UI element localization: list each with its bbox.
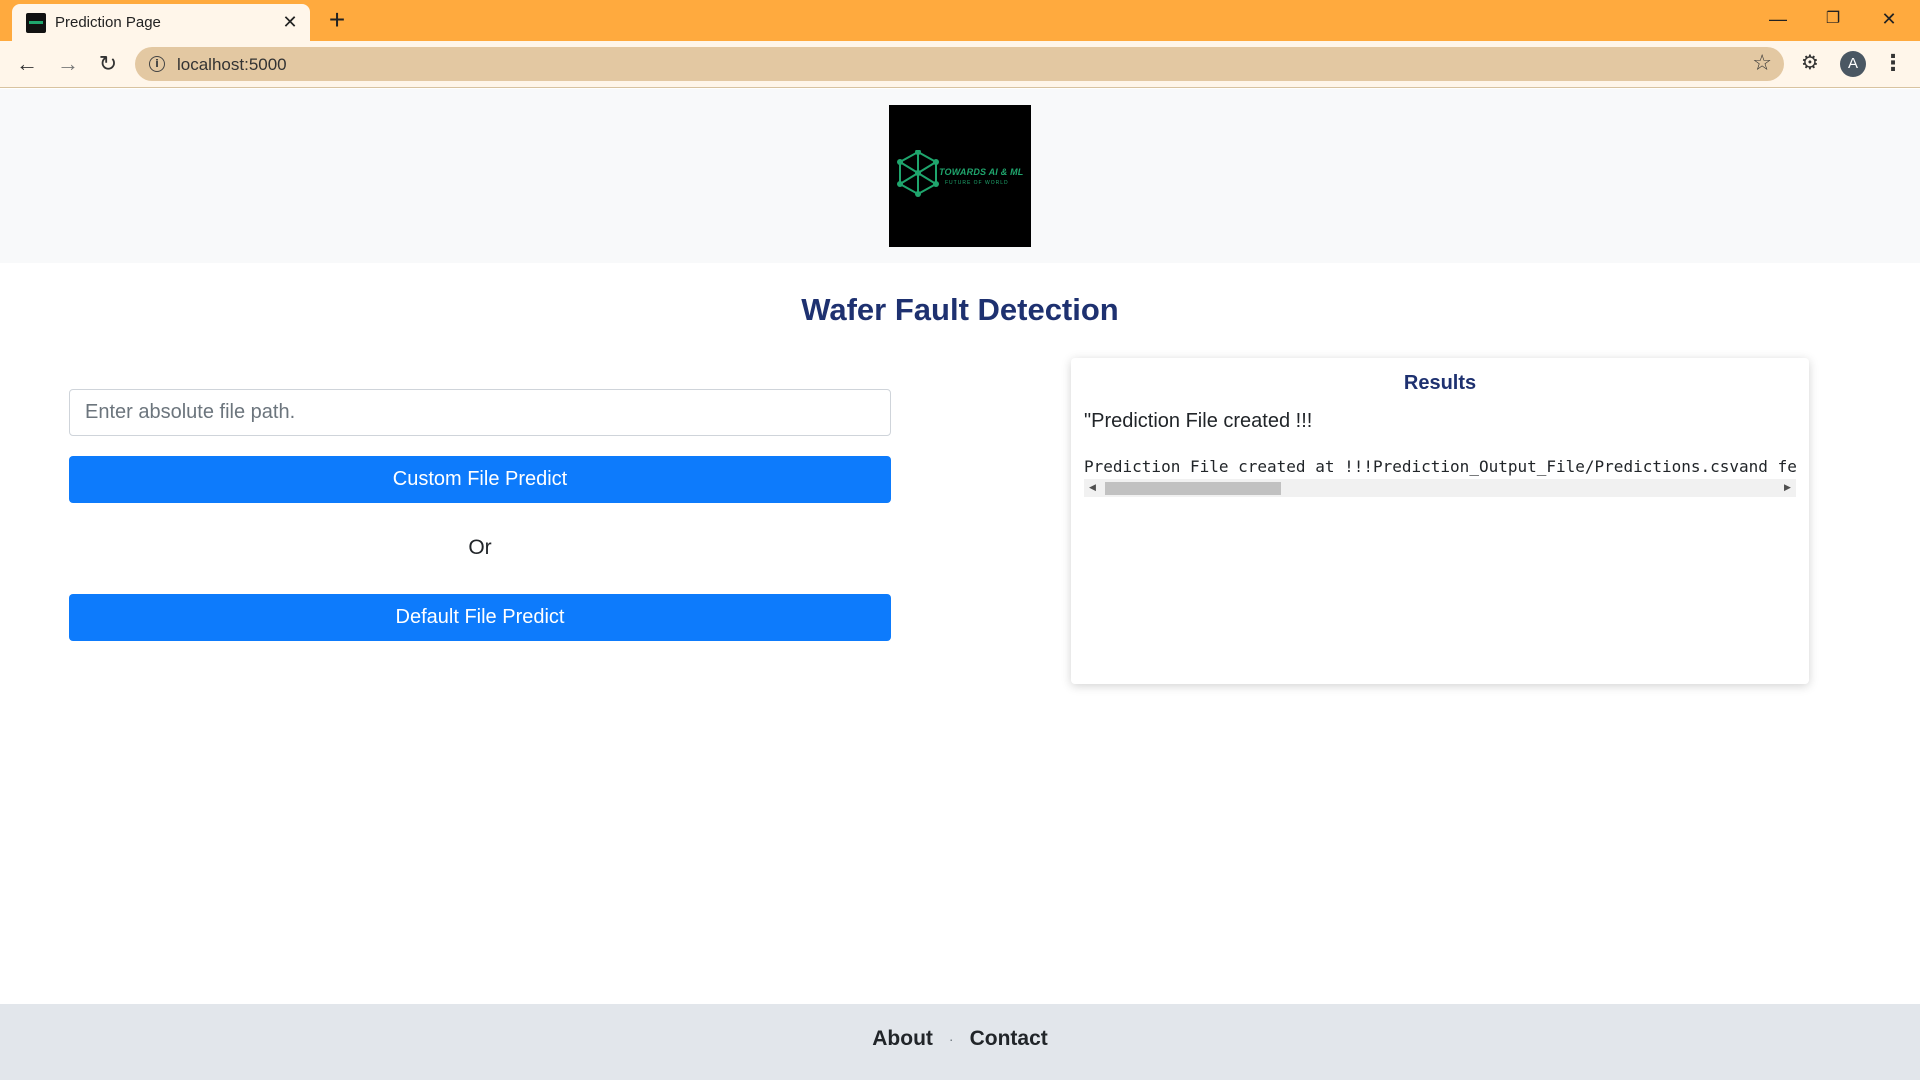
results-title: Results bbox=[1403, 372, 1477, 394]
profile-avatar[interactable]: A bbox=[1840, 51, 1866, 77]
reload-icon[interactable]: ↻ bbox=[93, 49, 123, 79]
footer-separator: · bbox=[948, 1031, 954, 1047]
url-text[interactable]: localhost:5000 bbox=[177, 55, 287, 75]
custom-file-predict-button[interactable]: Custom File Predict bbox=[69, 456, 891, 503]
default-file-predict-button[interactable]: Default File Predict bbox=[69, 594, 891, 641]
page-title: Wafer Fault Detection bbox=[801, 292, 1119, 327]
footer-contact-link[interactable]: Contact bbox=[970, 1027, 1048, 1051]
browser-toolbar: ← → ↻ i localhost:5000 ☆ ⚙ A ⋮ bbox=[0, 41, 1920, 88]
horizontal-scrollbar[interactable]: ◀ ▶ bbox=[1084, 479, 1796, 497]
results-output-text: Prediction File created at !!!Prediction… bbox=[1084, 457, 1796, 476]
restore-icon[interactable]: ❐ bbox=[1810, 4, 1856, 34]
scroll-left-arrow-icon[interactable]: ◀ bbox=[1084, 479, 1101, 497]
browser-menu-icon[interactable]: ⋮ bbox=[1880, 49, 1906, 79]
footer-about-link[interactable]: About bbox=[872, 1027, 933, 1051]
back-arrow-icon[interactable]: ← bbox=[12, 49, 42, 79]
browser-tab-bar: Prediction Page ✕ + — ❐ ✕ bbox=[0, 0, 1920, 41]
new-tab-button[interactable]: + bbox=[325, 6, 349, 34]
site-info-icon[interactable]: i bbox=[149, 56, 165, 72]
extensions-puzzle-icon[interactable]: ⚙ bbox=[1797, 49, 1823, 75]
page-footer: About · Contact bbox=[0, 1004, 1920, 1080]
bookmark-star-icon[interactable]: ☆ bbox=[1752, 51, 1772, 76]
forward-arrow-icon[interactable]: → bbox=[53, 49, 83, 79]
results-card: Results "Prediction File created !!! Pre… bbox=[1071, 358, 1809, 684]
scrollbar-thumb[interactable] bbox=[1105, 482, 1281, 495]
tab-close-icon[interactable]: ✕ bbox=[280, 12, 300, 32]
site-logo[interactable]: TOWARDS AI & ML FUTURE OF WORLD bbox=[889, 105, 1031, 247]
file-path-input[interactable] bbox=[69, 389, 891, 436]
tab-title: Prediction Page bbox=[55, 14, 161, 31]
results-output-box: Prediction File created at !!!Prediction… bbox=[1084, 457, 1796, 499]
favicon-icon bbox=[26, 13, 46, 33]
address-bar[interactable]: i localhost:5000 ☆ bbox=[135, 47, 1784, 81]
results-message: "Prediction File created !!! bbox=[1084, 410, 1313, 432]
browser-tab-prediction[interactable]: Prediction Page ✕ bbox=[12, 4, 310, 41]
network-cube-icon bbox=[897, 150, 939, 197]
logo-subtext: FUTURE OF WORLD bbox=[945, 180, 1009, 186]
logo-text: TOWARDS AI & ML bbox=[939, 167, 1024, 177]
minimize-icon[interactable]: — bbox=[1755, 4, 1801, 34]
scroll-right-arrow-icon[interactable]: ▶ bbox=[1779, 479, 1796, 497]
or-separator: Or bbox=[468, 536, 492, 559]
window-close-icon[interactable]: ✕ bbox=[1866, 4, 1912, 34]
